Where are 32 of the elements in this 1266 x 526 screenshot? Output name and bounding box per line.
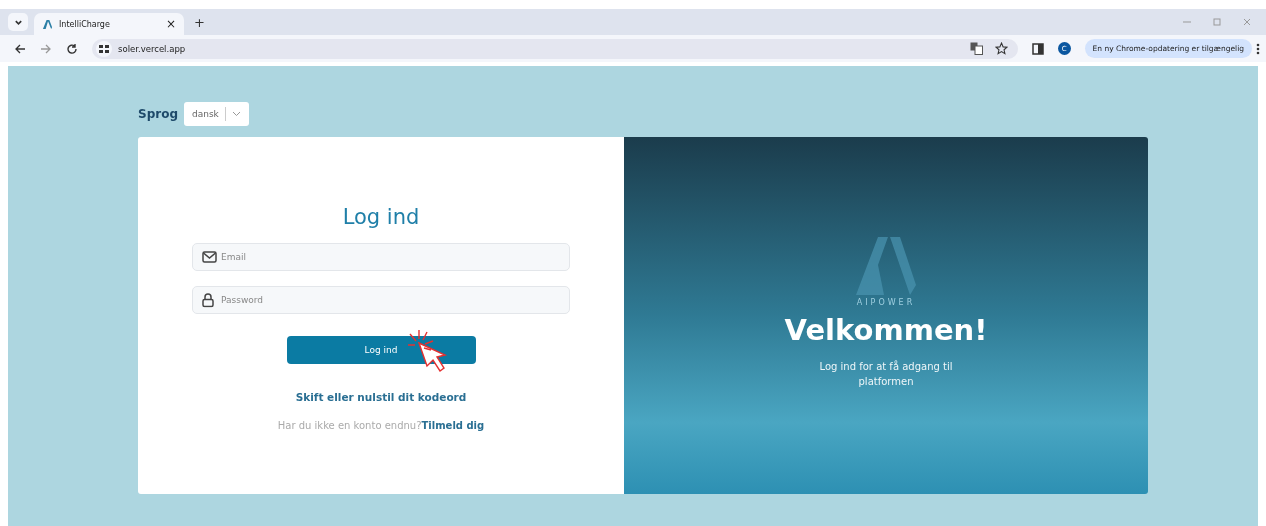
envelope-icon [202,251,217,263]
lock-icon [202,292,214,308]
star-icon[interactable] [994,42,1008,55]
signup-prompt: Har du ikke en konto endnu? [277,420,422,431]
email-field[interactable]: Email [192,243,570,271]
address-bar[interactable]: soler.vercel.app [92,38,1018,59]
welcome-title: Velkommen! [784,313,988,347]
login-title: Log ind [342,205,420,229]
login-button[interactable]: Log ind [286,336,476,364]
language-label: Sprog [138,107,178,121]
logo-text: AIPOWER [856,298,916,307]
side-panel-icon[interactable] [1031,42,1044,55]
tab-list-button[interactable] [8,13,28,31]
new-tab-button[interactable]: + [194,14,205,30]
reset-password-link[interactable]: Skift eller nulstil dit kodeord [295,391,467,403]
url-text: soler.vercel.app [118,43,186,54]
browser-tab[interactable]: IntelliCharge × [34,13,184,35]
language-select[interactable]: dansk [184,102,249,126]
menu-icon[interactable] [1256,42,1260,55]
welcome-subtitle: Log ind for at få adgang til platformen [818,359,954,389]
forward-icon[interactable] [40,42,52,55]
tab-title: IntelliCharge [59,19,111,29]
logo-icon [42,18,53,30]
reload-icon[interactable] [66,42,78,55]
site-settings-icon[interactable] [99,44,109,53]
signup-link[interactable]: Tilmeld dig [421,420,485,431]
password-field[interactable]: Password [192,286,570,314]
logo-icon [856,237,916,295]
back-icon[interactable] [14,42,26,55]
close-tab-button[interactable]: × [165,17,176,31]
chevron-down-icon [231,111,241,117]
translate-icon[interactable] [969,42,983,55]
